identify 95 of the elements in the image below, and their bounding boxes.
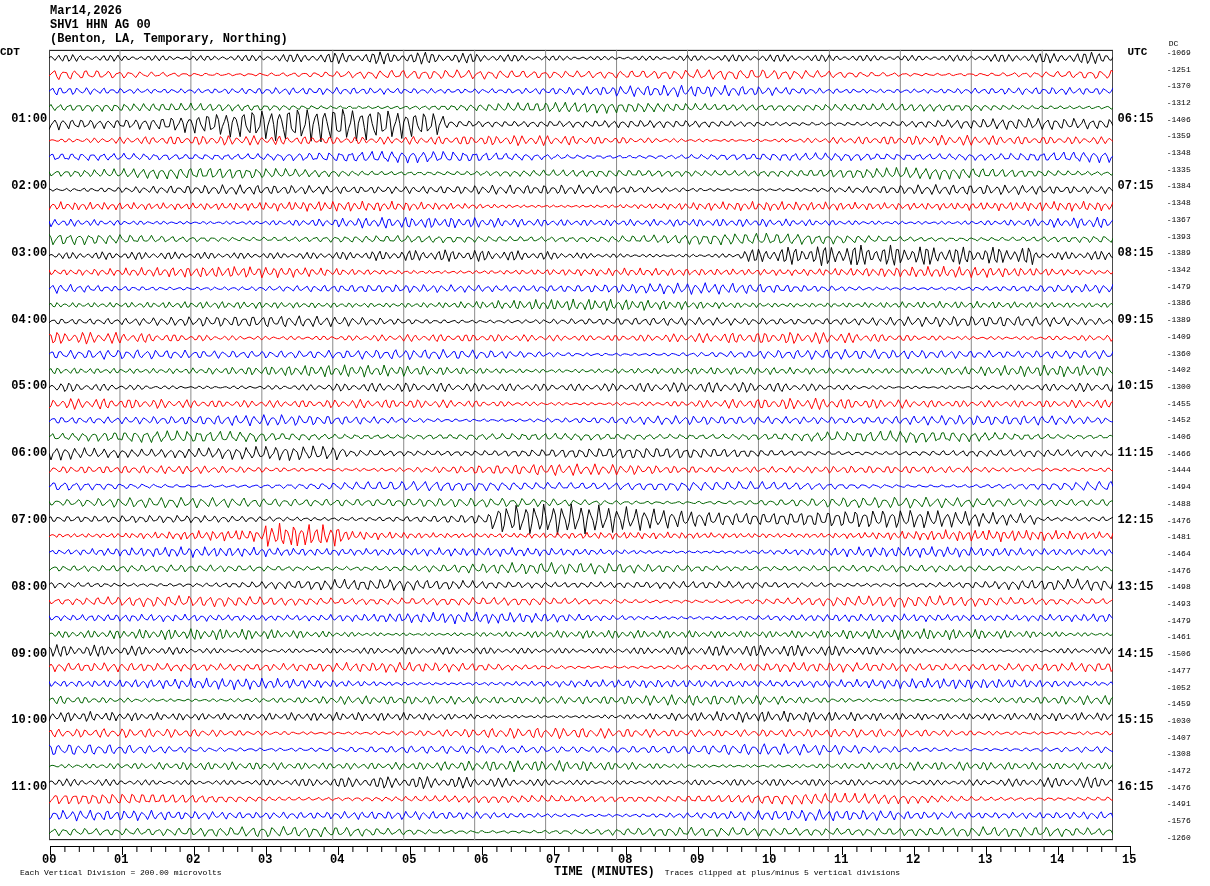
dc-offset-value: -1069 [1166,47,1191,57]
timezone-label: CDT [0,46,20,59]
dc-offset-value: -1493 [1166,599,1191,609]
tick-label: 12 [906,854,921,866]
axis-title: TIME (MINUTES) [554,865,655,879]
hour-label: 07:00 [11,513,48,528]
hour-label: 06:15 [1117,112,1154,127]
scale-note: Each Vertical Division = 200.00 microvolts [20,868,223,877]
dc-offset-value: -1300 [1166,381,1191,391]
tick-label: 01 [114,854,129,866]
hour-label: 06:00 [11,446,48,461]
hour-label: 11:00 [11,780,48,795]
hour-label: 09:15 [1117,312,1154,327]
tick-label: 04 [330,854,345,866]
hour-label: 01:00 [11,112,48,127]
dc-offset-value: -1367 [1166,214,1191,224]
dc-offset-value: -1384 [1166,181,1191,191]
tick-label: 11 [834,854,849,866]
dc-offset-value: -1476 [1166,782,1191,792]
dc-offset-value: -1479 [1166,615,1191,625]
hour-label: 02:00 [11,178,48,193]
dc-offset-value: -1389 [1166,315,1191,325]
hour-label: 08:15 [1117,245,1154,260]
hour-label: 10:15 [1117,379,1154,394]
timezone-label: UTC [1127,46,1148,59]
dc-offset-value: -1360 [1166,348,1191,358]
dc-offset-value: -1409 [1166,331,1191,341]
dc-offset-value: -1407 [1166,732,1191,742]
tick-label: 07 [546,854,561,866]
dc-offset-value: -1406 [1166,114,1191,124]
dc-offset-value: -1464 [1166,548,1191,558]
hour-label: 14:15 [1117,646,1154,661]
dc-offset-value: -1481 [1166,532,1191,542]
hour-label: 09:00 [11,646,48,661]
hour-label: 08:00 [11,579,48,594]
dc-offset-value: -1030 [1166,715,1191,725]
hour-label: 16:15 [1117,780,1154,795]
dc-offset-value: -1472 [1166,766,1191,776]
tick-label: 14 [1050,854,1065,866]
hour-label: 11:15 [1117,446,1154,461]
hour-label: 03:00 [11,245,48,260]
dc-offset-value: -1393 [1166,231,1191,241]
dc-offset-value: -1389 [1166,248,1191,258]
tick-label: 15 [1122,854,1137,866]
dc-offset-value: -1452 [1166,415,1191,425]
dc-offset-value: -1308 [1166,749,1191,759]
dc-offset-value: -1406 [1166,432,1191,441]
dc-offset-value: -1459 [1166,699,1191,709]
dc-offset-value: -1359 [1166,131,1191,141]
dc-offset-value: -1260 [1166,832,1191,842]
tick-label: 05 [402,854,417,866]
tick-label: 08 [618,854,633,866]
dc-offset-value: -1370 [1166,81,1191,91]
dc-offset-value: -1386 [1166,298,1191,308]
dc-offset-value: -1342 [1166,265,1191,274]
date-label: Mar14,2026 [50,4,122,18]
hour-label: 15:15 [1117,713,1154,728]
dc-heading: DC [1168,40,1179,48]
tick-label: 02 [186,854,201,866]
hour-label: 07:15 [1117,178,1154,193]
dc-offset-value: -1251 [1166,64,1191,74]
dc-offset-value: -1494 [1166,482,1191,492]
dc-offset-value: -1477 [1166,665,1191,675]
location-label: (Benton, LA, Temporary, Northing) [50,32,288,46]
dc-offset-value: -1466 [1166,448,1191,458]
dc-offset-value: -1498 [1166,582,1191,592]
tick-label: 00 [42,854,57,866]
dc-offset-value: -1576 [1166,816,1191,826]
dc-offset-value: -1491 [1166,799,1191,809]
tick-label: 13 [978,854,993,866]
tick-label: 10 [762,854,777,866]
dc-offset-value: -1476 [1166,565,1191,575]
dc-offset-value: -1479 [1166,281,1191,291]
dc-offset-value: -1488 [1166,498,1191,508]
dc-offset-value: -1312 [1166,97,1191,107]
dc-offset-value: -1335 [1166,164,1191,174]
dc-offset-value: -1402 [1166,365,1191,375]
clip-note: Traces clipped at plus/minus 5 vertical divisions [664,868,901,877]
dc-offset-value: -1444 [1166,465,1191,475]
dc-offset-value: -1348 [1166,148,1191,158]
hour-label: 04:00 [11,312,48,327]
dc-offset-value: -1455 [1166,398,1191,408]
hour-label: 13:15 [1117,579,1154,594]
dc-offset-value: -1461 [1166,632,1191,642]
dc-offset-value: -1506 [1166,649,1191,659]
hour-label: 12:15 [1117,513,1154,528]
dc-offset-value: -1348 [1166,198,1191,208]
dc-offset-value: -1052 [1166,682,1191,692]
tick-label: 09 [690,854,705,866]
dc-offset-value: -1476 [1166,515,1191,525]
tick-label: 03 [258,854,273,866]
tick-label: 06 [474,854,489,866]
station-label: SHV1 HHN AG 00 [50,18,151,32]
hour-label: 05:00 [11,379,48,394]
hour-label: 10:00 [11,713,48,728]
